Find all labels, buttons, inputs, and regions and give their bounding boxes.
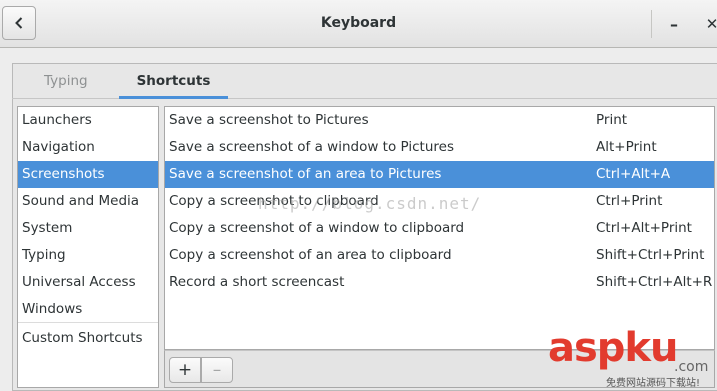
shortcut-row[interactable]: Record a short screencast Shift+Ctrl+Alt…	[165, 269, 714, 296]
section-item-launchers[interactable]: Launchers	[18, 107, 158, 134]
shortcut-name: Copy a screenshot of a window to clipboa…	[169, 220, 465, 236]
tab-bar: Typing Shortcuts	[12, 63, 717, 99]
section-item-custom-shortcuts[interactable]: Custom Shortcuts	[18, 325, 158, 352]
shortcut-accelerator: Alt+Print	[596, 139, 657, 155]
section-item-universal-access[interactable]: Universal Access	[18, 269, 158, 296]
section-item-navigation[interactable]: Navigation	[18, 134, 158, 161]
shortcut-row[interactable]: Copy a screenshot of an area to clipboar…	[165, 242, 714, 269]
shortcut-accelerator: Print	[596, 112, 628, 128]
shortcut-accelerator: Ctrl+Alt+A	[596, 166, 671, 182]
shortcut-accelerator: Ctrl+Print	[596, 193, 663, 209]
minimize-button[interactable]: –	[663, 13, 685, 35]
shortcut-name: Save a screenshot of a window to Picture…	[169, 139, 454, 155]
shortcut-accelerator: Ctrl+Alt+Print	[596, 220, 692, 236]
close-button[interactable]: ✕	[701, 13, 717, 35]
shortcut-row[interactable]: Save a screenshot of a window to Picture…	[165, 134, 714, 161]
shortcut-row[interactable]: Copy a screenshot of a window to clipboa…	[165, 215, 714, 242]
shortcut-row[interactable]: Save a screenshot to Pictures Print	[165, 107, 714, 134]
remove-shortcut-button[interactable]: –	[201, 357, 233, 383]
shortcut-name: Save a screenshot of an area to Pictures	[169, 166, 442, 182]
window-title: Keyboard	[320, 15, 397, 31]
shortcut-row-selected[interactable]: Save a screenshot of an area to Pictures…	[165, 161, 714, 188]
shortcut-name: Save a screenshot to Pictures	[169, 112, 369, 128]
section-item-sound-and-media[interactable]: Sound and Media	[18, 188, 158, 215]
tab-typing[interactable]: Typing	[44, 63, 114, 99]
header-bar: Keyboard – ✕	[0, 0, 717, 48]
watermark-url: http://blog.csdn.net/	[258, 194, 482, 213]
shortcut-accelerator: Shift+Ctrl+Alt+R	[596, 274, 713, 290]
section-divider	[18, 322, 158, 323]
watermark-logo-suffix: .com	[674, 359, 709, 375]
shortcut-name: Record a short screencast	[169, 274, 345, 290]
section-item-windows[interactable]: Windows	[18, 296, 158, 323]
shortcut-accelerator: Shift+Ctrl+Print	[596, 247, 705, 263]
section-item-system[interactable]: System	[18, 215, 158, 242]
active-tab-indicator	[119, 96, 228, 99]
shortcut-name: Copy a screenshot of an area to clipboar…	[169, 247, 452, 263]
tab-shortcuts[interactable]: Shortcuts	[119, 63, 228, 99]
watermark-logo-text: aspku	[548, 325, 679, 371]
section-list: Launchers Navigation Screenshots Sound a…	[17, 106, 159, 388]
section-item-screenshots[interactable]: Screenshots	[18, 161, 158, 188]
add-shortcut-button[interactable]: +	[169, 357, 201, 383]
section-item-typing[interactable]: Typing	[18, 242, 158, 269]
shortcut-list: Save a screenshot to Pictures Print Save…	[164, 106, 715, 350]
watermark-logo: aspku .com 免费网站源码下载站!	[548, 325, 717, 391]
header-separator	[651, 10, 652, 38]
watermark-logo-subtitle: 免费网站源码下载站!	[606, 378, 701, 389]
